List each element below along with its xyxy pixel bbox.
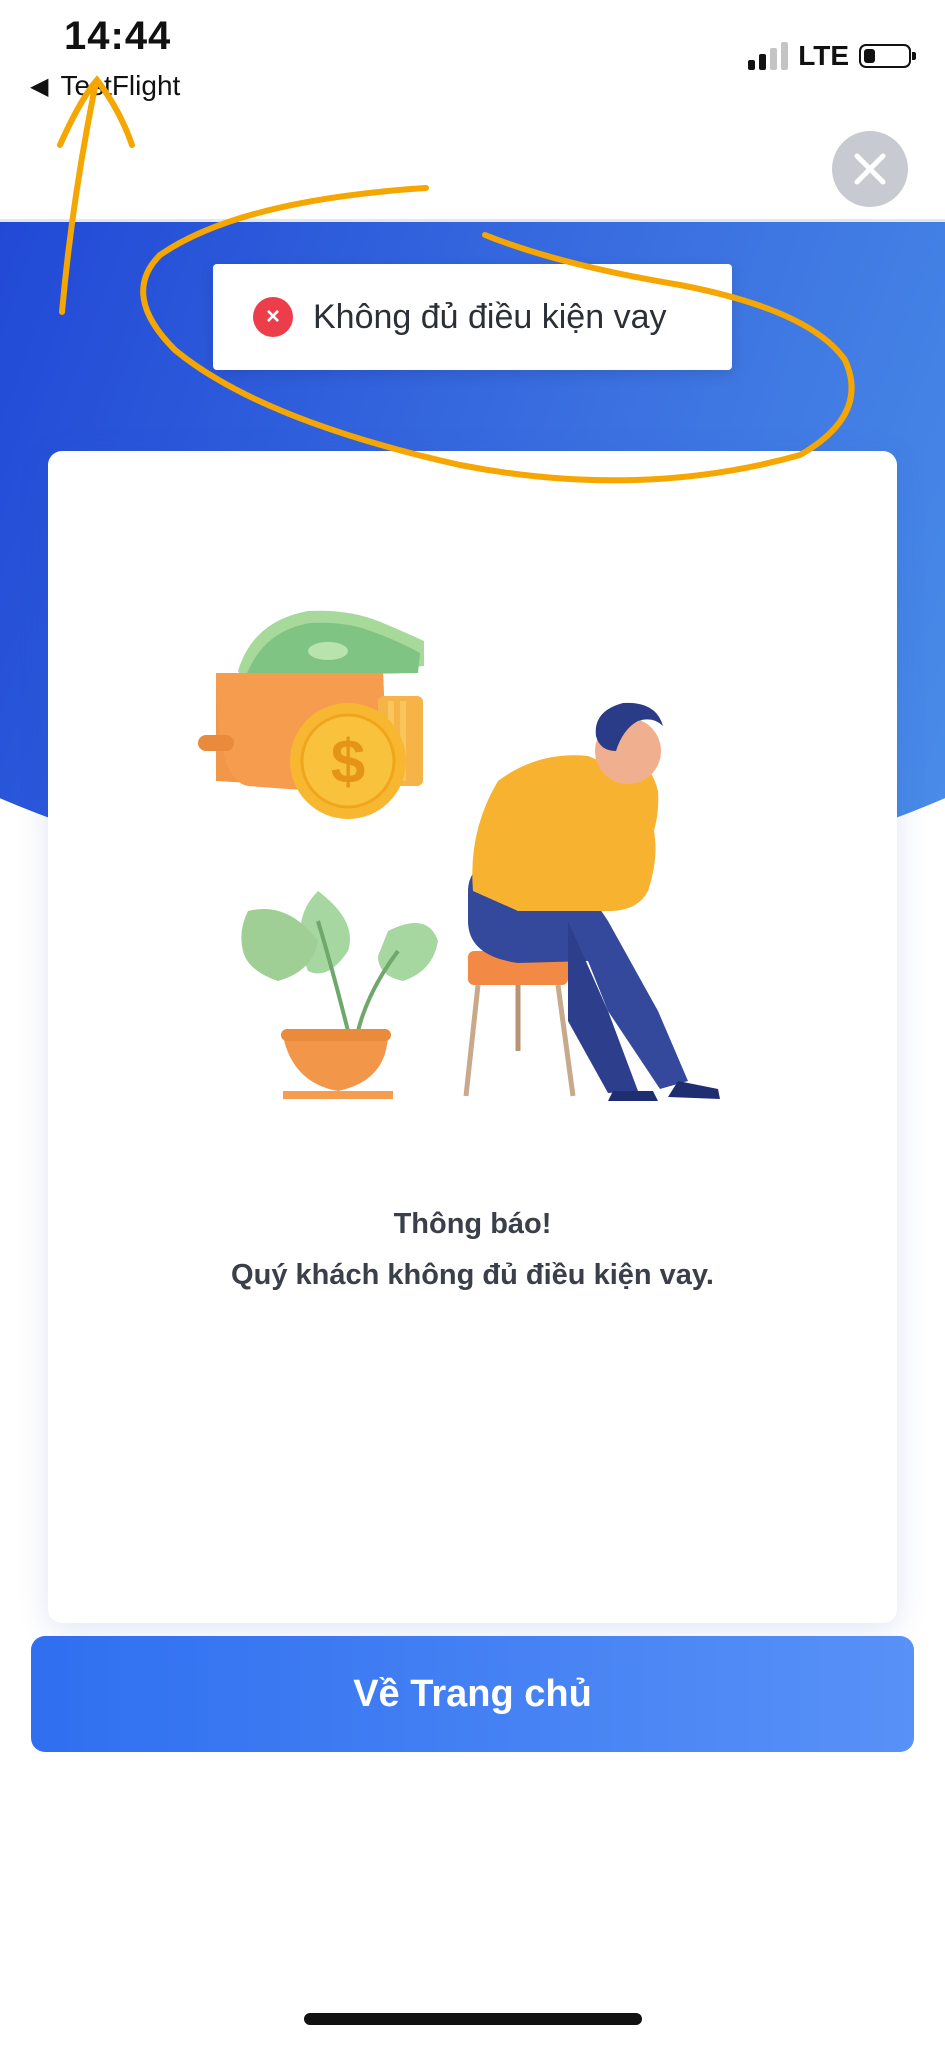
error-toast: × Không đủ điều kiện vay [213,264,732,370]
battery-low-icon [859,44,916,68]
svg-text:$: $ [331,728,365,797]
back-arrow-icon: ◀ [30,72,49,100]
error-x-icon: × [253,297,293,337]
dollar-coin-icon: $ [290,703,406,819]
sad-person-icon [468,702,720,1101]
toast-message: Không đủ điều kiện vay [313,297,667,336]
status-time: 14:44 [64,14,172,58]
notice-title: Thông báo! [393,1208,552,1240]
money-bills-icon [238,610,424,681]
home-indicator [304,2013,642,2025]
notice-message: Quý khách không đủ điều kiện vay. [231,1259,714,1291]
signal-bars-icon [748,42,789,70]
back-to-app-link[interactable]: ◀ TestFlight [30,70,180,102]
back-app-label: TestFlight [60,70,181,101]
go-home-button[interactable]: Về Trang chủ [31,1636,914,1752]
network-type: LTE [798,40,849,71]
close-button[interactable] [832,131,908,207]
sad-man-wallet-illustration: $ [198,610,720,1101]
status-indicators: LTE [748,40,916,72]
result-card: $ Thông báo! Quý khách không đủ điều kiệ… [48,451,897,1623]
close-icon [854,153,886,185]
potted-plant-icon [241,891,438,1099]
stool-icon [463,951,576,1097]
